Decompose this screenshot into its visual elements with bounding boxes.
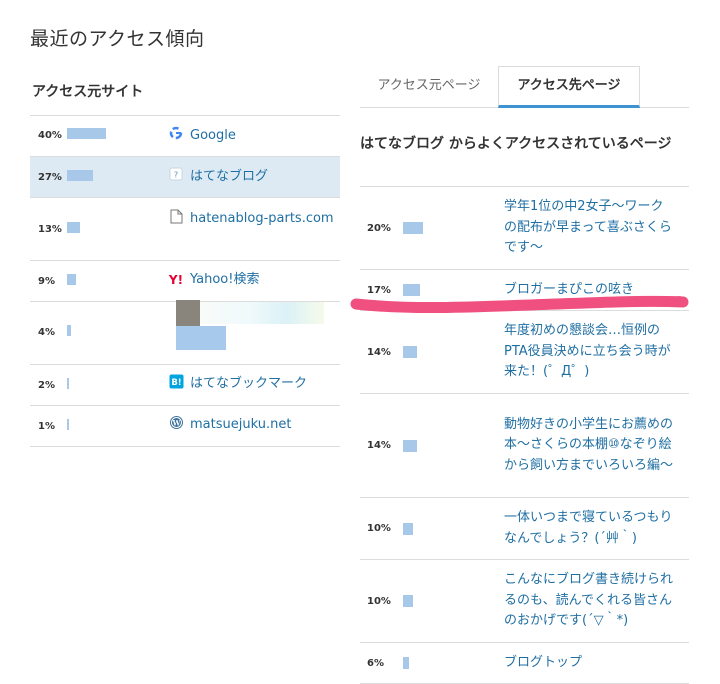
referrer-link-matsuejuku[interactable]: matsuejuku.net [190, 415, 291, 435]
row-percent: 4% [38, 327, 55, 338]
destination-pages-heading: はてなブログ からよくアクセスされているページ [360, 136, 672, 152]
referrer-row-hatena-bookmark[interactable]: 2% B! はてなブックマーク [30, 365, 340, 406]
svg-text:W: W [171, 419, 180, 428]
google-icon [167, 126, 185, 146]
share-bar [403, 439, 417, 452]
svg-text:B!: B! [171, 378, 181, 388]
wordpress-icon: W [167, 415, 185, 436]
share-bar [67, 274, 76, 285]
destination-row[interactable]: 10% 一体いつまで寝ているつもりなんでしょう？(´艸｀) [360, 498, 689, 560]
redaction-block [200, 302, 324, 324]
row-percent: 6% [367, 657, 384, 669]
share-bar [67, 170, 93, 181]
page-title: 最近のアクセス傾向 [30, 28, 205, 50]
share-bar [67, 419, 69, 430]
share-bar [67, 128, 106, 139]
referrer-link-yahoo[interactable]: Yahoo!検索 [190, 270, 259, 290]
row-percent: 27% [38, 172, 62, 183]
row-percent: 20% [367, 222, 391, 234]
referrer-link-google[interactable]: Google [190, 126, 236, 146]
referrer-row-yahoo[interactable]: 9% Y! Yahoo!検索 [30, 261, 340, 302]
share-bar [403, 346, 417, 358]
document-icon [167, 209, 185, 230]
yahoo-icon: Y! [168, 273, 184, 287]
row-percent: 40% [38, 130, 62, 141]
destination-link[interactable]: 一体いつまで寝ているつもりなんでしょう？(´艸｀) [504, 508, 689, 549]
svg-text:?: ? [174, 171, 178, 180]
row-percent: 14% [367, 346, 391, 358]
row-percent: 10% [367, 595, 391, 607]
row-percent: 9% [38, 276, 55, 287]
referrer-sites-panel: アクセス元サイト 40% Google 27% ? はてなブログ 13% hat… [30, 78, 340, 447]
destination-link[interactable]: こんなにブログ書き続けられるのも、読んでくれる皆さんのおかげです(´▽｀*) [504, 570, 689, 632]
referrer-link-hatena-bookmark[interactable]: はてなブックマーク [190, 374, 307, 394]
referrer-link-hatenablog-parts[interactable]: hatenablog-parts.com [190, 209, 340, 229]
destination-row[interactable]: 6% ブログトップ [360, 643, 689, 684]
row-percent: 2% [38, 380, 55, 391]
share-bar [403, 222, 423, 234]
referrer-row-matsuejuku[interactable]: 1% W matsuejuku.net [30, 406, 340, 447]
referrer-row-hatena-blog[interactable]: 27% ? はてなブログ [30, 157, 340, 198]
share-bar [67, 325, 71, 336]
referrer-row-google[interactable]: 40% Google [30, 116, 340, 157]
row-percent: 13% [38, 224, 62, 235]
share-bar [67, 378, 69, 389]
row-percent: 1% [38, 421, 55, 432]
share-bar [403, 522, 413, 535]
destination-pages-list: 20% 学年1位の中2女子〜ワークの配布が早まって喜ぶさくらです〜 17% ブロ… [360, 186, 689, 684]
destination-row[interactable]: 20% 学年1位の中2女子〜ワークの配布が早まって喜ぶさくらです〜 [360, 187, 689, 270]
row-percent: 14% [367, 440, 391, 451]
redaction-block [176, 300, 200, 326]
page-tabs: アクセス元ページ アクセス先ページ [360, 66, 689, 108]
destination-row[interactable]: 14% 年度初めの懇談会…恒例のPTA役員決めに立ち会う時が来た！(゜Д゜) [360, 311, 689, 394]
destination-row[interactable]: 10% こんなにブログ書き続けられるのも、読んでくれる皆さんのおかげです(´▽｀… [360, 560, 689, 643]
destination-link[interactable]: 学年1位の中2女子〜ワークの配布が早まって喜ぶさくらです〜 [504, 197, 689, 259]
destination-link[interactable]: ブログトップ [504, 653, 689, 674]
referrer-row-hatenablog-parts[interactable]: 13% hatenablog-parts.com [30, 198, 340, 261]
share-bar [67, 222, 80, 233]
destination-link[interactable]: 年度初めの懇談会…恒例のPTA役員決めに立ち会う時が来た！(゜Д゜) [504, 321, 689, 383]
row-percent: 10% [367, 523, 391, 534]
share-bar [403, 595, 413, 607]
referrer-link-hatena-blog[interactable]: はてなブログ [190, 167, 268, 187]
referrer-sites-heading: アクセス元サイト [30, 78, 340, 116]
hatena-blog-icon: ? [167, 167, 185, 187]
destination-row[interactable]: 14% 動物好きの小学生にお薦めの本〜さくらの本棚⑩なぞり絵から飼い方までいろい… [360, 394, 689, 498]
tab-destination-pages[interactable]: アクセス先ページ [498, 66, 640, 108]
pink-scribble-mark [350, 295, 689, 314]
destination-link[interactable]: 動物好きの小学生にお薦めの本〜さくらの本棚⑩なぞり絵から飼い方までいろいろ編〜 [504, 415, 689, 477]
redaction-block [176, 326, 226, 350]
tab-source-pages[interactable]: アクセス元ページ [360, 66, 498, 106]
hatena-bookmark-icon: B! [167, 374, 185, 395]
